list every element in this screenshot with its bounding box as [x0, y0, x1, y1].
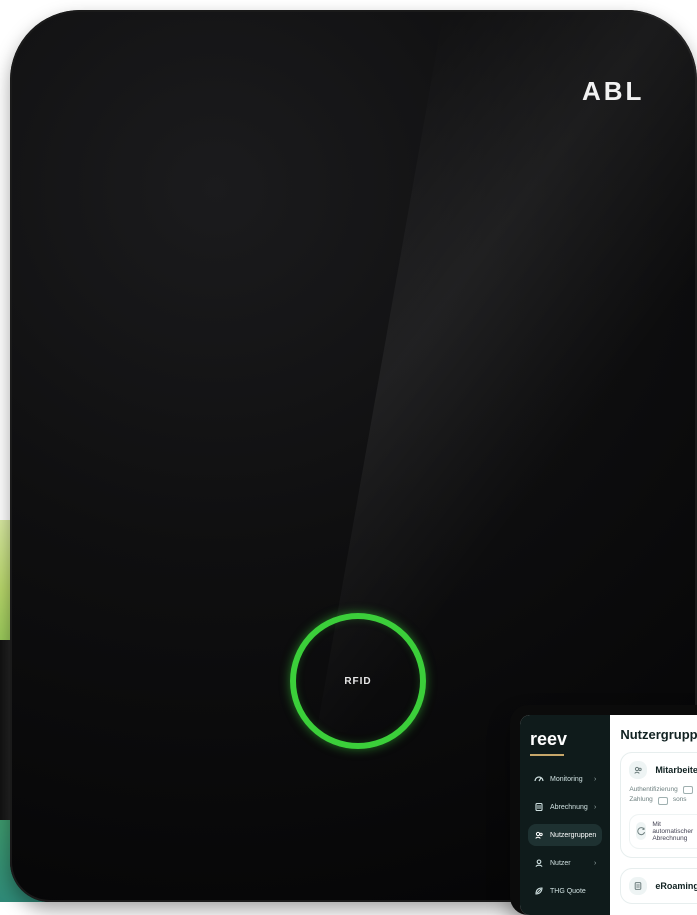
auth-label: Authentifizierung — [629, 786, 678, 793]
sidebar-item-label: THG Quote — [550, 887, 586, 895]
receipt-icon — [534, 802, 544, 812]
chevron-right-icon: › — [593, 775, 597, 783]
sidebar-item-monitoring[interactable]: Monitoring › — [528, 768, 602, 790]
card-title: Mitarbeiter — [655, 765, 697, 775]
card-header: eRoaming — [629, 876, 697, 895]
users-icon — [629, 761, 648, 779]
page-title: Nutzergruppen — [620, 727, 697, 742]
refresh-euro-icon — [636, 822, 647, 841]
chevron-right-icon: › — [593, 859, 597, 867]
billing-option[interactable]: Mit automatischer Abrechnung — [629, 813, 697, 849]
group-card-mitarbeiter[interactable]: Mitarbeiter Authentifizierung Zahlung so… — [620, 752, 697, 858]
sidebar-item-nutzer[interactable]: Nutzer › — [528, 852, 602, 874]
app-brand: reev — [530, 729, 568, 749]
payment-value: sons — [672, 796, 687, 804]
payment-label: Zahlung — [629, 796, 653, 804]
card-meta: Authentifizierung Zahlung sons — [629, 785, 697, 806]
app-main: Nutzergruppen Mitarbeiter Authentifizier… — [610, 715, 697, 915]
payment-icon — [657, 796, 668, 805]
group-card-eroaming[interactable]: eRoaming — [620, 867, 697, 904]
sidebar-item-label: Nutzergruppen — [550, 831, 597, 839]
auth-icon — [682, 786, 693, 795]
document-icon — [629, 876, 648, 895]
sidebar-item-label: Monitoring — [550, 775, 583, 783]
brand-underline — [530, 754, 564, 756]
tablet-device: reev Monitoring › Abrechnung › Nutzergru… — [510, 705, 697, 915]
abl-logo: ABL — [582, 76, 645, 106]
billing-option-label: Mit automatischer Abrechnung — [652, 820, 694, 842]
sidebar-item-label: Abrechnung — [550, 803, 588, 811]
auth-row: Authentifizierung — [629, 785, 697, 795]
payment-row: Zahlung sons — [629, 795, 697, 805]
sidebar-item-label: Nutzer — [550, 859, 571, 867]
card-title: eRoaming — [655, 880, 697, 891]
card-header: Mitarbeiter — [629, 761, 697, 779]
sidebar-item-abrechnung[interactable]: Abrechnung › — [528, 796, 602, 818]
rfid-reader-ring[interactable]: RFID — [290, 613, 426, 749]
gauge-icon — [534, 774, 544, 784]
tablet-screen: reev Monitoring › Abrechnung › Nutzergru… — [520, 715, 697, 915]
users-icon — [534, 830, 544, 840]
app-sidebar: reev Monitoring › Abrechnung › Nutzergru… — [520, 715, 611, 915]
sidebar-item-nutzergruppen[interactable]: Nutzergruppen — [528, 824, 603, 846]
leaf-icon — [534, 886, 544, 896]
sidebar-item-thg-quote[interactable]: THG Quote — [528, 880, 602, 902]
user-icon — [534, 858, 544, 868]
rfid-label: RFID — [344, 675, 372, 687]
chevron-right-icon: › — [593, 803, 597, 811]
